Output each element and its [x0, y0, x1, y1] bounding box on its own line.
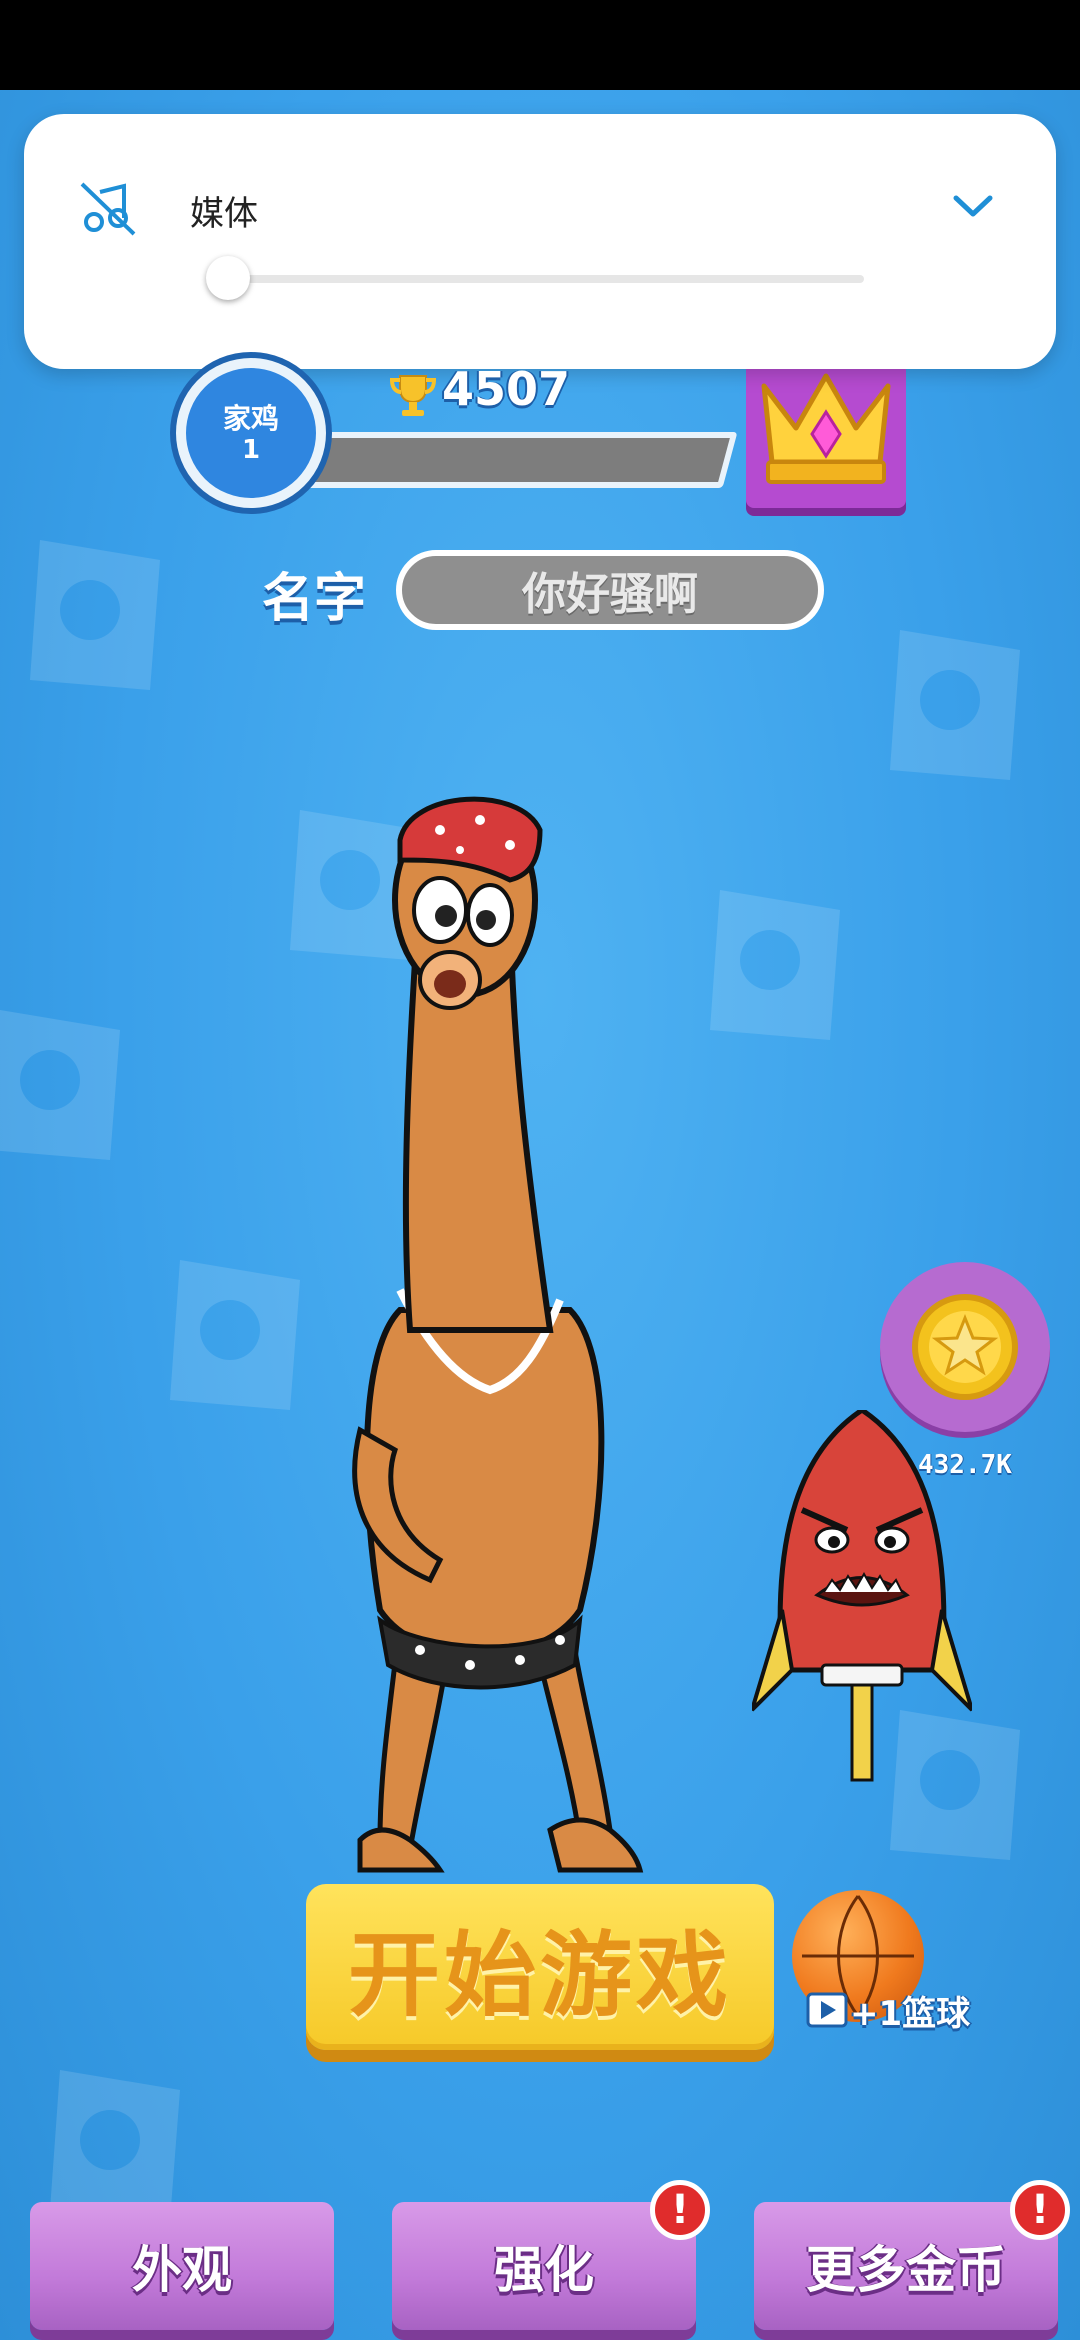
music-off-icon[interactable]	[78, 178, 138, 238]
status-bar	[0, 0, 1080, 90]
name-label: 名字	[262, 569, 367, 629]
start-game-label: 开始游戏	[347, 1921, 732, 2029]
trophy-count: 4507	[442, 362, 571, 416]
level-badge[interactable]: 家鸡 1	[176, 358, 326, 508]
basketball-reward-button[interactable]: +1篮球	[790, 1890, 990, 2050]
trophy-icon	[389, 375, 437, 416]
upgrade-button[interactable]: 强化	[392, 2202, 696, 2330]
upgrade-label: 强化	[494, 2241, 594, 2299]
start-game-button[interactable]: 开始游戏	[306, 1884, 774, 2050]
appearance-button[interactable]: 外观	[30, 2202, 334, 2330]
coin-button[interactable]	[880, 1262, 1050, 1432]
bg-pattern-icon	[30, 540, 160, 690]
level-name: 家鸡	[222, 402, 279, 435]
bg-pattern-icon	[0, 1010, 120, 1160]
video-play-icon	[806, 1992, 848, 2028]
appearance-label: 外观	[132, 2241, 232, 2299]
coin-icon	[912, 1294, 1018, 1400]
volume-slider-thumb[interactable]	[206, 256, 250, 300]
reward-label: +1篮球	[850, 1994, 971, 2034]
more-coins-alert-badge: !	[1010, 2180, 1070, 2240]
crown-icon	[761, 373, 891, 484]
crown-button[interactable]	[746, 358, 906, 508]
rubber-chicken-character	[352, 796, 644, 1873]
volume-panel	[24, 114, 1056, 369]
xp-progress-bar	[282, 432, 738, 488]
chevron-down-icon[interactable]	[948, 188, 998, 224]
bg-pattern-icon	[710, 890, 840, 1040]
angry-rocket-character	[752, 1410, 972, 1782]
player-name-field[interactable]: 你好骚啊	[396, 550, 824, 630]
level-number: 1	[241, 435, 261, 465]
bg-pattern-icon	[170, 1260, 300, 1410]
volume-media-label: 媒体	[190, 194, 258, 234]
volume-slider-track[interactable]	[228, 275, 864, 283]
upgrade-alert-badge: !	[650, 2180, 710, 2240]
bg-pattern-icon	[890, 630, 1020, 780]
more-coins-label: 更多金币	[806, 2241, 1006, 2299]
